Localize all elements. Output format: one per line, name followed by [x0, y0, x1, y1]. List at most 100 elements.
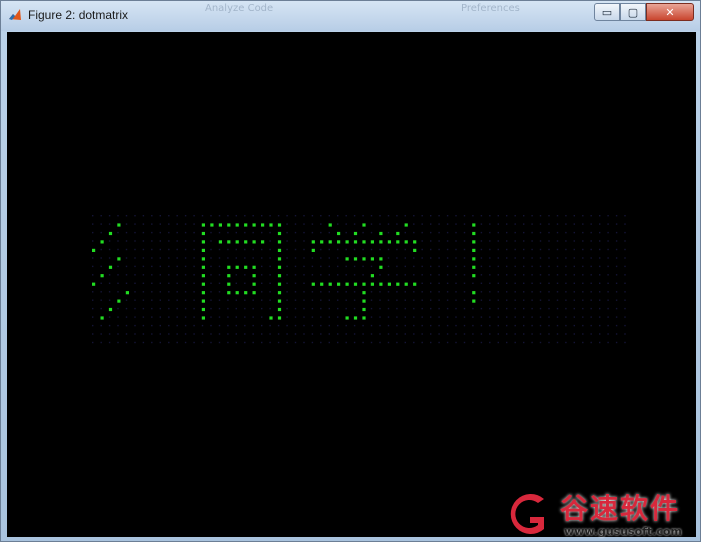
unlit-dot — [430, 223, 432, 225]
unlit-dot — [624, 215, 626, 217]
unlit-dot — [582, 341, 584, 344]
unlit-dot — [159, 215, 161, 217]
unlit-dot — [523, 291, 525, 293]
unlit-dot — [590, 274, 592, 276]
unlit-dot — [320, 324, 322, 327]
unlit-dot — [446, 215, 449, 217]
lit-dot — [201, 257, 205, 261]
unlit-dot — [227, 316, 229, 318]
unlit-dot — [387, 274, 390, 276]
lit-dot — [472, 223, 476, 227]
lit-dot — [328, 240, 332, 244]
unlit-dot — [117, 341, 119, 344]
unlit-dot — [345, 291, 347, 293]
unlit-dot — [244, 282, 246, 284]
figure-canvas[interactable] — [7, 32, 696, 537]
unlit-dot — [210, 274, 212, 276]
unlit-dot — [599, 307, 601, 310]
unlit-dot — [421, 215, 423, 217]
unlit-dot — [92, 307, 94, 310]
unlit-dot — [413, 307, 415, 310]
unlit-dot — [446, 291, 449, 293]
lit-dot — [328, 223, 332, 227]
unlit-dot — [294, 231, 297, 234]
unlit-dot — [582, 231, 584, 234]
lit-dot — [252, 291, 256, 295]
unlit-dot — [463, 341, 466, 344]
unlit-dot — [379, 274, 381, 276]
unlit-dot — [463, 223, 466, 225]
unlit-dot — [421, 333, 423, 335]
unlit-dot — [345, 248, 347, 251]
unlit-dot — [210, 307, 212, 310]
unlit-dot — [438, 291, 440, 293]
unlit-dot — [497, 341, 499, 344]
unlit-dot — [624, 257, 626, 259]
lit-dot — [117, 257, 121, 261]
unlit-dot — [108, 316, 111, 318]
unlit-dot — [404, 291, 406, 293]
unlit-dot — [92, 274, 94, 276]
unlit-dot — [506, 324, 508, 327]
lit-dot — [362, 299, 366, 303]
unlit-dot — [134, 257, 136, 259]
unlit-dot — [565, 215, 567, 217]
unlit-dot — [539, 265, 542, 268]
unlit-dot — [396, 223, 398, 225]
unlit-dot — [387, 316, 390, 318]
unlit-dot — [573, 291, 575, 293]
unlit-dot — [269, 215, 271, 217]
lit-dot — [277, 248, 282, 252]
unlit-dot — [328, 248, 330, 251]
unlit-dot — [514, 316, 516, 318]
unlit-dot — [303, 341, 305, 344]
unlit-dot — [430, 307, 432, 310]
unlit-dot — [573, 282, 575, 284]
unlit-dot — [286, 257, 288, 259]
unlit-dot — [599, 231, 601, 234]
unlit-dot — [463, 265, 466, 268]
title-bar[interactable]: Figure 2: dotmatrix Analyze Code Prefere… — [1, 1, 700, 31]
unlit-dot — [193, 248, 195, 251]
unlit-dot — [480, 240, 483, 242]
unlit-dot — [294, 333, 297, 335]
unlit-dot — [370, 324, 373, 327]
lit-dot — [201, 307, 205, 312]
unlit-dot — [514, 257, 516, 259]
unlit-dot — [286, 223, 288, 225]
unlit-dot — [379, 223, 381, 225]
maximize-button[interactable]: ▢ — [620, 3, 646, 21]
unlit-dot — [277, 341, 280, 344]
unlit-dot — [311, 307, 314, 310]
close-button[interactable]: ✕ — [646, 3, 694, 21]
unlit-dot — [235, 341, 237, 344]
unlit-dot — [100, 223, 102, 225]
unlit-dot — [235, 316, 237, 318]
minimize-button[interactable]: ▭ — [594, 3, 620, 21]
unlit-dot — [303, 248, 305, 251]
unlit-dot — [353, 248, 356, 251]
unlit-dot — [269, 274, 271, 276]
unlit-dot — [168, 307, 170, 310]
unlit-dot — [539, 223, 542, 225]
unlit-dot — [193, 341, 195, 344]
unlit-dot — [100, 324, 102, 327]
unlit-dot — [615, 265, 618, 268]
unlit-dot — [151, 215, 153, 217]
unlit-dot — [328, 316, 330, 318]
unlit-dot — [142, 324, 145, 327]
unlit-dot — [353, 307, 356, 310]
unlit-dot — [117, 282, 119, 284]
unlit-dot — [480, 282, 483, 284]
unlit-dot — [624, 341, 626, 344]
unlit-dot — [159, 223, 161, 225]
unlit-dot — [413, 257, 415, 259]
unlit-dot — [117, 324, 119, 327]
unlit-dot — [531, 240, 533, 242]
unlit-dot — [168, 291, 170, 293]
unlit-dot — [590, 231, 592, 234]
unlit-dot — [565, 341, 567, 344]
unlit-dot — [176, 274, 178, 276]
dot-matrix-display — [92, 215, 626, 344]
unlit-dot — [108, 282, 111, 284]
